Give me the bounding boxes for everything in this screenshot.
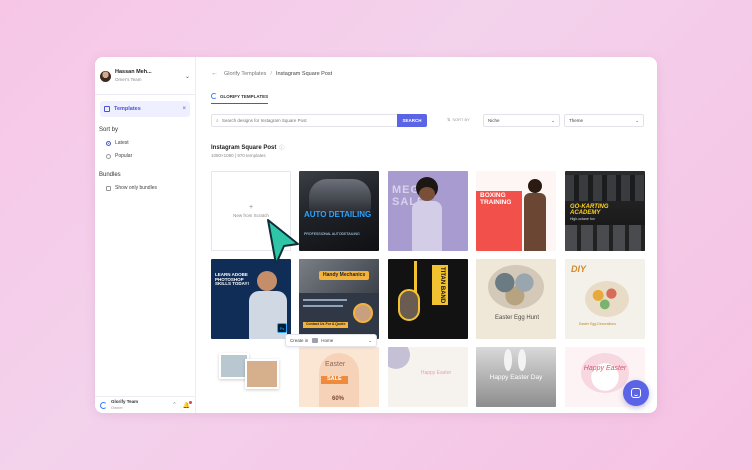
back-arrow-icon[interactable]: ← [211, 70, 218, 77]
sidebar-item-label: Templates [114, 106, 141, 112]
template-card[interactable]: MEGA SALE [388, 171, 468, 251]
team-role: Owner [111, 405, 123, 410]
cursor-arrow-icon [267, 219, 299, 265]
chevron-down-icon: ⌄ [368, 337, 372, 343]
user-team: Omer's Team [115, 77, 142, 82]
search-icon: ⌕ [216, 117, 219, 124]
chat-icon [631, 388, 641, 398]
search-input[interactable] [221, 118, 397, 123]
template-card[interactable]: AUTO DETAILING PROFESSIONAL AUTODETAILIN… [299, 171, 379, 251]
close-icon[interactable]: × [182, 106, 186, 112]
create-in-label: Create in [290, 338, 309, 343]
notification-dot [189, 400, 192, 404]
sort-by-label: ⇅ SORT BY [447, 117, 470, 122]
user-switcher[interactable]: Hassan Meh... Omer's Team ⌄ [100, 65, 190, 87]
templates-icon [104, 106, 110, 112]
bundles-checkbox[interactable]: Show only bundles [106, 185, 195, 191]
plus-icon: + [248, 204, 254, 211]
chevron-down-icon: ⌄ [635, 117, 639, 123]
create-in-location-selector[interactable]: Create in Home ⌄ [285, 334, 377, 347]
bundles-title: Bundles [99, 172, 121, 178]
chat-support-button[interactable] [623, 380, 649, 406]
folder-icon [312, 338, 319, 343]
team-switcher[interactable]: Glorify Team Owner ⌃ 🔔 [95, 396, 195, 413]
glorify-logo-icon [100, 401, 107, 409]
template-card[interactable]: Easter SALE 60% [299, 347, 379, 407]
template-card[interactable]: TITAN BAND [388, 259, 468, 339]
breadcrumb: ← Glorify Templates / Instagram Square P… [211, 70, 333, 77]
bell-icon[interactable]: 🔔 [183, 400, 192, 409]
template-card[interactable]: DIY Easter Egg Decorations [565, 259, 645, 339]
search-bar: ⌕ SEARCH [211, 114, 427, 127]
chevron-up-icon: ⌃ [172, 402, 177, 408]
glorify-logo-icon [211, 93, 217, 99]
template-card[interactable]: Easter Egg Hunt [476, 259, 556, 339]
user-name: Hassan Meh... [115, 69, 152, 75]
niche-dropdown[interactable]: Niche ⌄ [483, 114, 560, 127]
theme-dropdown[interactable]: Theme ⌄ [564, 114, 644, 127]
template-card[interactable]: LEARN ADOBE PHOTOSHOP SKILLS TODAY! Ps [211, 259, 291, 339]
sort-popular-option[interactable]: Popular [106, 153, 195, 159]
chevron-down-icon: ⌄ [184, 73, 190, 80]
photoshop-badge: Ps [277, 323, 287, 333]
template-card[interactable] [211, 347, 291, 407]
search-button[interactable]: SEARCH [397, 114, 427, 127]
location-label: Home [321, 338, 334, 343]
template-card[interactable]: BOXING TRAINING [476, 171, 556, 251]
breadcrumb-current: Instagram Square Post [275, 70, 333, 77]
app-window: Hassan Meh... Omer's Team ⌄ Templates × … [95, 57, 657, 413]
tab-glorify-templates[interactable]: GLORIFY TEMPLATES [211, 93, 269, 104]
template-card[interactable]: Happy Easter Day [476, 347, 556, 407]
sort-by-title: Sort by [99, 127, 119, 133]
checkbox-icon [106, 185, 111, 191]
avatar [100, 70, 111, 82]
sort-icon: ⇅ [447, 117, 451, 122]
chevron-down-icon: ⌄ [551, 117, 555, 123]
template-card[interactable]: GO-KARTING ACADEMY High-octane fun [565, 171, 645, 251]
sidebar: Hassan Meh... Omer's Team ⌄ Templates × … [95, 57, 196, 413]
info-icon[interactable]: ⓘ [279, 145, 284, 151]
page-title: Instagram Square Post ⓘ [211, 145, 285, 151]
sort-latest-option[interactable]: Latest [106, 140, 195, 146]
radio-selected-icon [106, 140, 111, 146]
radio-icon [106, 153, 111, 159]
template-count: 1080×1080 | 970 templates [211, 153, 266, 158]
sidebar-item-templates[interactable]: Templates × [100, 101, 190, 117]
breadcrumb-root[interactable]: Glorify Templates [224, 71, 266, 77]
template-card[interactable]: Happy Easter [388, 347, 468, 407]
template-card[interactable]: Handy Mechanics Contact Us For A Quote [299, 259, 379, 339]
